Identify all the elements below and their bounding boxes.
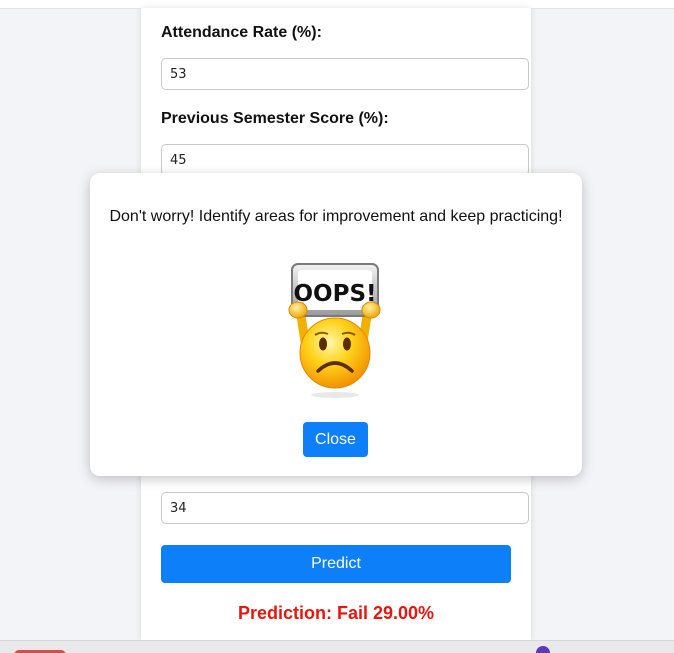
study-hours-input[interactable] xyxy=(161,492,529,524)
modal-message: Don't worry! Identify areas for improvem… xyxy=(109,208,563,225)
predict-button[interactable]: Predict xyxy=(161,545,511,583)
oops-sad-emoji-icon: OOPS! xyxy=(260,255,410,405)
result-modal: Don't worry! Identify areas for improvem… xyxy=(90,173,582,476)
attendance-input[interactable] xyxy=(161,58,529,90)
previous-score-label: Previous Semester Score (%): xyxy=(161,110,389,127)
taskbar-profile-icon[interactable] xyxy=(536,646,550,653)
prediction-result: Prediction: Fail 29.00% xyxy=(237,603,435,623)
close-button[interactable]: Close xyxy=(303,422,368,457)
attendance-label: Attendance Rate (%): xyxy=(161,24,322,41)
oops-emoji-image: OOPS! xyxy=(288,263,381,398)
previous-score-input[interactable] xyxy=(161,144,529,176)
svg-text:OOPS!: OOPS! xyxy=(293,281,376,307)
taskbar xyxy=(0,640,674,653)
page: Attendance Rate (%): Previous Semester S… xyxy=(0,0,674,653)
